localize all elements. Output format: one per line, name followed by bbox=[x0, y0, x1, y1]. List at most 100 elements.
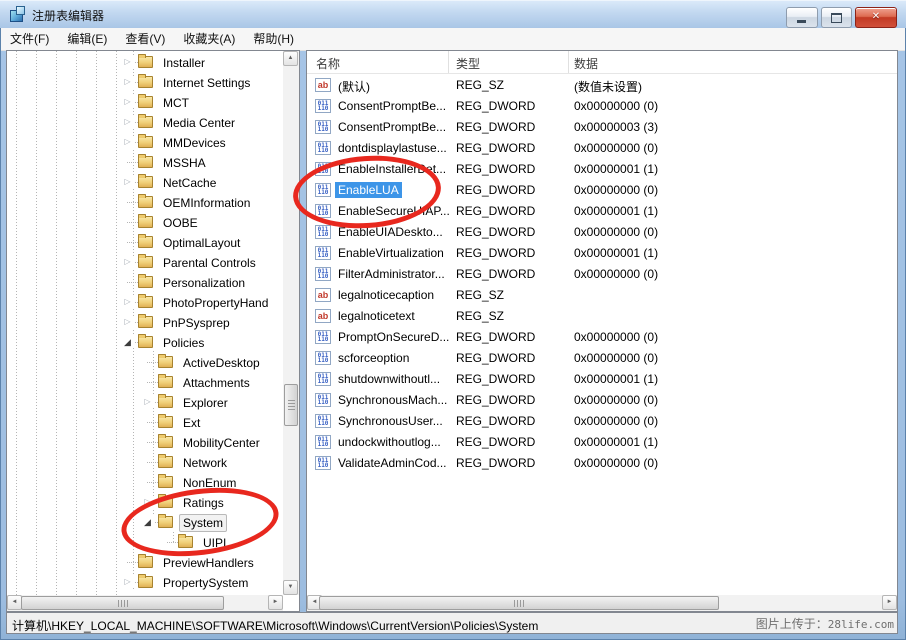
value-name[interactable]: legalnoticetext bbox=[335, 308, 418, 324]
value-name[interactable]: FilterAdministrator... bbox=[335, 266, 448, 282]
tree-item-attachments[interactable]: Attachments bbox=[179, 374, 254, 392]
expand-arrow-icon[interactable]: ▷ bbox=[121, 256, 134, 268]
tree-item-previewhandlers[interactable]: PreviewHandlers bbox=[159, 554, 258, 572]
column-header-type[interactable]: 类型 bbox=[456, 55, 480, 72]
menu-item[interactable]: 收藏夹(A) bbox=[174, 28, 244, 50]
column-header-data[interactable]: 数据 bbox=[574, 55, 598, 72]
tree-item-mmdevices[interactable]: MMDevices bbox=[159, 134, 230, 152]
tree-item-netcache[interactable]: NetCache bbox=[159, 174, 220, 192]
tree-item-activedesktop[interactable]: ActiveDesktop bbox=[179, 354, 264, 372]
collapse-arrow-icon[interactable]: ◢ bbox=[141, 516, 154, 528]
minimize-button[interactable] bbox=[786, 7, 818, 28]
reg-dword-icon: 011110 bbox=[315, 267, 331, 281]
expand-arrow-icon[interactable]: ▷ bbox=[121, 176, 134, 188]
value-name[interactable]: ConsentPromptBe... bbox=[335, 119, 449, 135]
value-data: 0x00000003 (3) bbox=[574, 120, 658, 134]
expand-arrow-icon[interactable]: ▷ bbox=[121, 296, 134, 308]
folder-icon bbox=[138, 156, 153, 168]
column-divider[interactable] bbox=[568, 51, 569, 73]
column-header-name[interactable]: 名称 bbox=[316, 55, 340, 72]
value-name[interactable]: scforceoption bbox=[335, 350, 412, 366]
tree-item-oobe[interactable]: OOBE bbox=[159, 214, 202, 232]
value-name[interactable]: dontdisplaylastuse... bbox=[335, 140, 450, 156]
tree-item-system[interactable]: System bbox=[179, 514, 227, 532]
value-name[interactable]: (默认) bbox=[335, 77, 373, 96]
tree-item-mct[interactable]: MCT bbox=[159, 94, 193, 112]
scrollbar-thumb[interactable] bbox=[319, 596, 719, 610]
tree-item-installer[interactable]: Installer bbox=[159, 54, 209, 72]
expand-arrow-icon[interactable]: ▷ bbox=[141, 496, 154, 508]
scroll-up-button[interactable]: ▲ bbox=[283, 51, 298, 66]
window-controls: ✕ bbox=[783, 7, 897, 28]
value-name[interactable]: SynchronousMach... bbox=[335, 392, 450, 408]
tree-vertical-scrollbar[interactable]: ▲ ▼ bbox=[283, 51, 299, 595]
value-name[interactable]: shutdownwithoutl... bbox=[335, 371, 443, 387]
tree-item-policies[interactable]: Policies bbox=[159, 334, 208, 352]
scrollbar-thumb[interactable] bbox=[284, 384, 298, 426]
expand-arrow-icon[interactable]: ▷ bbox=[121, 116, 134, 128]
expand-arrow-icon[interactable]: ▷ bbox=[121, 316, 134, 328]
tree-item-propertysystem[interactable]: PropertySystem bbox=[159, 574, 252, 592]
expand-arrow-icon[interactable]: ▷ bbox=[141, 396, 154, 408]
value-type: REG_DWORD bbox=[456, 204, 535, 218]
value-name[interactable]: EnableSecureUIAP... bbox=[335, 203, 453, 219]
value-row: 011110EnableUIADeskto...REG_DWORD0x00000… bbox=[307, 222, 897, 243]
scroll-down-button[interactable]: ▼ bbox=[283, 580, 298, 595]
value-name[interactable]: EnableInstallerDet... bbox=[335, 161, 449, 177]
tree-item-nonenum[interactable]: NonEnum bbox=[179, 474, 240, 492]
menu-item[interactable]: 查看(V) bbox=[116, 28, 174, 50]
tree-item-ext[interactable]: Ext bbox=[179, 414, 204, 432]
tree-item-ratings[interactable]: Ratings bbox=[179, 494, 228, 512]
tree-item-network[interactable]: Network bbox=[179, 454, 231, 472]
tree-item-optimallayout[interactable]: OptimalLayout bbox=[159, 234, 244, 252]
menu-item[interactable]: 编辑(E) bbox=[58, 28, 116, 50]
value-data: 0x00000001 (1) bbox=[574, 246, 658, 260]
tree-item-pnpsysprep[interactable]: PnPSysprep bbox=[159, 314, 234, 332]
tree-item-mediacenter[interactable]: Media Center bbox=[159, 114, 239, 132]
tree-item-oeminformation[interactable]: OEMInformation bbox=[159, 194, 254, 212]
value-row: 011110FilterAdministrator...REG_DWORD0x0… bbox=[307, 264, 897, 285]
scroll-left-button[interactable]: ◄ bbox=[7, 595, 22, 610]
menu-item[interactable]: 帮助(H) bbox=[244, 28, 303, 50]
tree-row: ◢ Policies bbox=[7, 332, 282, 352]
tree-item-parentalcontrols[interactable]: Parental Controls bbox=[159, 254, 260, 272]
value-name[interactable]: ConsentPromptBe... bbox=[335, 98, 449, 114]
column-divider[interactable] bbox=[448, 51, 449, 73]
scroll-right-button[interactable]: ► bbox=[882, 595, 897, 610]
expand-arrow-icon[interactable]: ▷ bbox=[121, 136, 134, 148]
tree-item-uipi[interactable]: UIPI bbox=[199, 534, 230, 552]
reg-dword-glyph: 110 bbox=[318, 169, 329, 174]
tree-item-photopropertyhand[interactable]: PhotoPropertyHand bbox=[159, 294, 272, 312]
scrollbar-thumb[interactable] bbox=[21, 596, 224, 610]
scroll-right-button[interactable]: ► bbox=[268, 595, 283, 610]
tree-item-mobilitycenter[interactable]: MobilityCenter bbox=[179, 434, 264, 452]
value-name[interactable]: EnableLUA bbox=[335, 182, 402, 198]
close-button[interactable]: ✕ bbox=[855, 7, 897, 28]
maximize-button[interactable] bbox=[821, 7, 852, 28]
value-name[interactable]: EnableUIADeskto... bbox=[335, 224, 446, 240]
tree-horizontal-scrollbar[interactable]: ◄ ► bbox=[7, 595, 283, 611]
value-row: 011110EnableSecureUIAP...REG_DWORD0x0000… bbox=[307, 201, 897, 222]
tree-item-internetsettings[interactable]: Internet Settings bbox=[159, 74, 254, 92]
folder-icon bbox=[158, 396, 173, 408]
menu-item[interactable]: 文件(F) bbox=[1, 28, 58, 50]
expand-arrow-icon[interactable]: ▷ bbox=[121, 56, 134, 68]
list-horizontal-scrollbar[interactable]: ◄ ► bbox=[307, 595, 897, 611]
registry-tree: ▷ Installer ▷ Internet Settings ▷ MCT ▷ Media C… bbox=[7, 51, 282, 595]
value-name[interactable]: EnableVirtualization bbox=[335, 245, 447, 261]
value-name[interactable]: ValidateAdminCod... bbox=[335, 455, 450, 471]
tree-item-personalization[interactable]: Personalization bbox=[159, 274, 249, 292]
expand-arrow-icon[interactable]: ▷ bbox=[121, 76, 134, 88]
value-name[interactable]: legalnoticecaption bbox=[335, 287, 437, 303]
value-name[interactable]: undockwithoutlog... bbox=[335, 434, 444, 450]
tree-item-mssha[interactable]: MSSHA bbox=[159, 154, 210, 172]
value-name[interactable]: SynchronousUser... bbox=[335, 413, 446, 429]
tree-item-explorer[interactable]: Explorer bbox=[179, 394, 232, 412]
value-type: REG_DWORD bbox=[456, 183, 535, 197]
value-name[interactable]: PromptOnSecureD... bbox=[335, 329, 452, 345]
expand-arrow-icon[interactable]: ▷ bbox=[121, 576, 134, 588]
folder-icon bbox=[138, 76, 153, 88]
collapse-arrow-icon[interactable]: ◢ bbox=[121, 336, 134, 348]
selected-key-path: 计算机\HKEY_LOCAL_MACHINE\SOFTWARE\Microsof… bbox=[12, 617, 538, 634]
expand-arrow-icon[interactable]: ▷ bbox=[121, 96, 134, 108]
